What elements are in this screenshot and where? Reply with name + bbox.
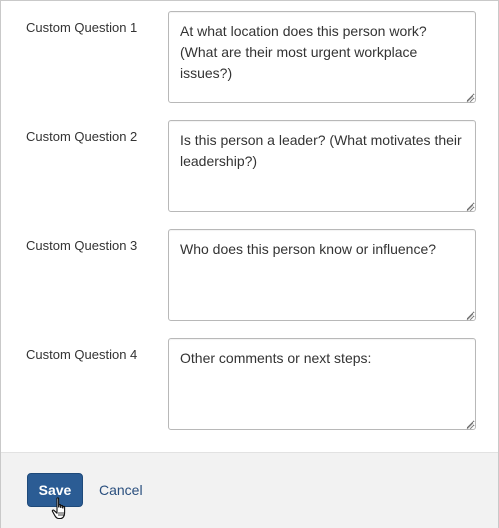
question-label-1: Custom Question 1 [26, 20, 138, 35]
question-2-textarea[interactable]: Is this person a leader? (What motivates… [168, 120, 476, 212]
question-label-3: Custom Question 3 [26, 238, 138, 253]
question-4-textarea[interactable]: Other comments or next steps: [168, 338, 476, 430]
form-footer: Save Cancel [1, 452, 498, 528]
save-button[interactable]: Save [27, 473, 83, 507]
custom-questions-form: Custom Question 1 At what location does … [0, 0, 499, 528]
cancel-link[interactable]: Cancel [99, 482, 143, 498]
question-1-textarea[interactable]: At what location does this person work? … [168, 11, 476, 103]
question-label-4: Custom Question 4 [26, 347, 138, 362]
question-label-2: Custom Question 2 [26, 129, 138, 144]
question-3-textarea[interactable]: Who does this person know or influence? [168, 229, 476, 321]
